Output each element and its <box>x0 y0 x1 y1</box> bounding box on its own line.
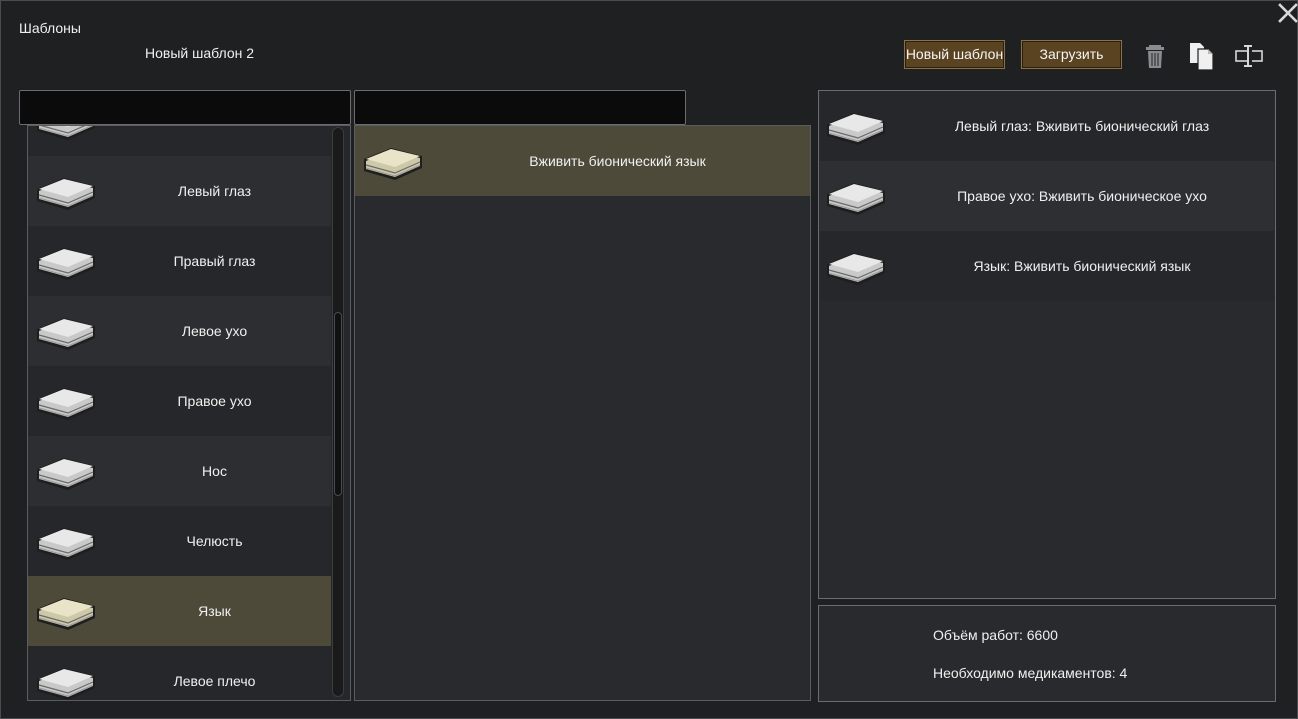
template-item-row[interactable]: Левый глаз: Вживить бионический глаз <box>820 91 1274 161</box>
body-part-row[interactable]: Нос <box>28 436 331 506</box>
body-part-list[interactable]: Левый глаз Правый глаз Левое ухо Правое ухо… <box>27 125 351 701</box>
body-part-icon <box>34 240 98 282</box>
new-template-button[interactable]: Новый шаблон <box>904 40 1005 69</box>
body-part-label: Нос <box>202 463 227 479</box>
template-item-icon <box>824 105 888 147</box>
body-part-scrollbar-thumb[interactable] <box>334 312 342 496</box>
template-item-list: Левый глаз: Вживить бионический глаз Прав… <box>818 90 1276 599</box>
body-part-label: Левое плечо <box>173 673 256 689</box>
work-amount-text: Объём работ: 6600 <box>933 627 1058 643</box>
operation-list: Вживить бионический язык <box>354 125 811 701</box>
body-part-row[interactable]: Правый глаз <box>28 226 331 296</box>
body-part-row[interactable]: Челюсть <box>28 506 331 576</box>
body-part-label: Язык <box>198 603 231 619</box>
copy-icon <box>1190 43 1214 71</box>
template-item-row[interactable]: Правое ухо: Вживить бионическое ухо <box>820 161 1274 231</box>
delete-button[interactable] <box>1140 41 1170 71</box>
trash-icon <box>1146 45 1164 68</box>
body-part-icon <box>34 310 98 352</box>
template-item-label: Правое ухо: Вживить бионическое ухо <box>957 188 1207 204</box>
body-part-row[interactable]: Язык <box>28 576 331 646</box>
body-part-search-input[interactable] <box>19 90 351 125</box>
body-part-label: Челюсть <box>186 533 243 549</box>
body-part-icon <box>34 520 98 562</box>
operation-search-input[interactable] <box>354 90 686 125</box>
body-part-icon <box>34 450 98 492</box>
template-name[interactable]: Новый шаблон 2 <box>145 45 254 61</box>
template-item-row[interactable]: Язык: Вживить бионический язык <box>820 231 1274 301</box>
body-part-label: Правое ухо <box>177 393 252 409</box>
load-button[interactable]: Загрузить <box>1021 40 1122 69</box>
body-part-icon <box>34 380 98 422</box>
window-title: Шаблоны <box>19 20 81 36</box>
rename-icon <box>1235 45 1263 67</box>
body-part-row[interactable]: Левое плечо <box>28 646 331 700</box>
close-icon <box>1278 3 1298 23</box>
operation-icon <box>361 140 425 182</box>
operation-label: Вживить бионический язык <box>529 153 706 169</box>
body-part-icon <box>34 126 98 142</box>
close-button[interactable] <box>1276 1 1298 25</box>
template-item-icon <box>824 175 888 217</box>
body-part-icon <box>34 170 98 212</box>
medicine-needed-text: Необходимо медикаментов: 4 <box>933 665 1128 681</box>
rename-button[interactable] <box>1234 41 1264 71</box>
template-item-label: Левый глаз: Вживить бионический глаз <box>954 118 1210 134</box>
body-part-row[interactable]: Левое ухо <box>28 296 331 366</box>
template-info-panel: Объём работ: 6600 Необходимо медикаменто… <box>818 605 1276 702</box>
body-part-row[interactable]: Левый глаз <box>28 156 331 226</box>
body-part-icon <box>34 660 98 700</box>
template-item-label: Язык: Вживить бионический язык <box>973 258 1191 274</box>
body-part-row[interactable] <box>28 126 331 156</box>
body-part-label: Правый глаз <box>173 253 256 269</box>
body-part-icon <box>34 590 98 632</box>
template-item-icon <box>824 245 888 287</box>
copy-button[interactable] <box>1187 41 1217 71</box>
body-part-label <box>98 126 331 156</box>
templates-window: Шаблоны Новый шаблон 2 Новый шаблон Загр… <box>0 0 1298 719</box>
body-part-row[interactable]: Правое ухо <box>28 366 331 436</box>
body-part-label: Левое ухо <box>181 323 248 339</box>
operation-row[interactable]: Вживить бионический язык <box>355 126 810 196</box>
body-part-label: Левый глаз <box>177 183 252 199</box>
